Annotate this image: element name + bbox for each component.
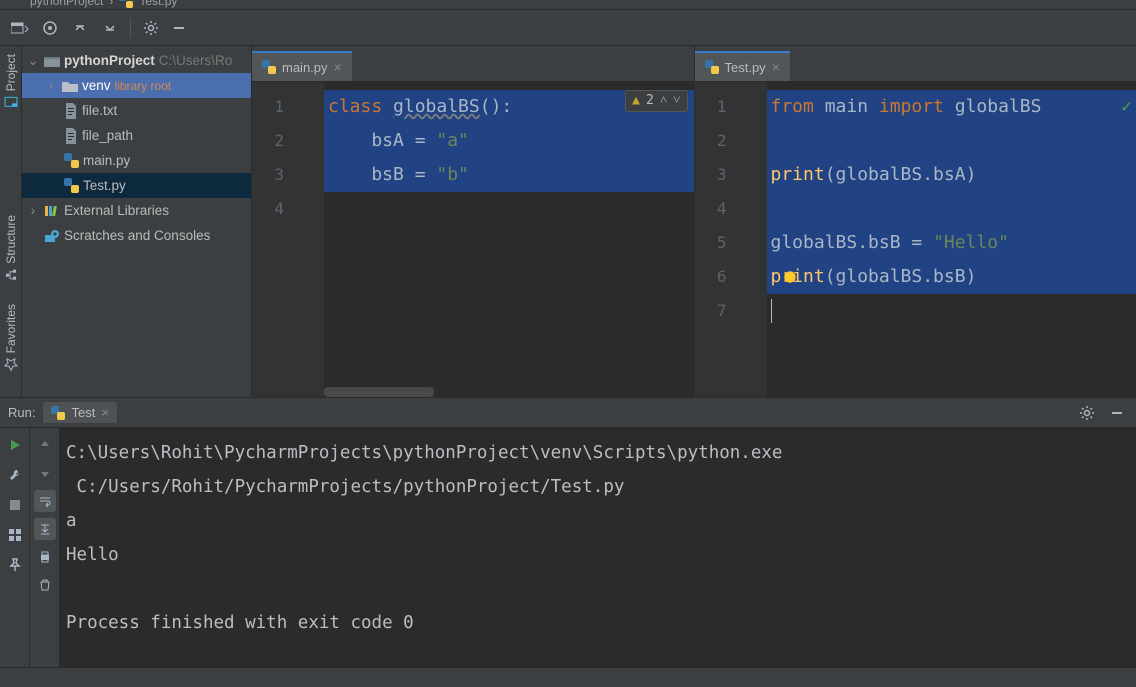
structure-tool-tab[interactable]: Structure [4,211,18,286]
file-name: main.py [83,153,130,168]
project-toolbar [0,10,1136,46]
horizontal-scrollbar[interactable] [324,387,434,397]
python-file-icon [51,406,65,420]
file-name: file.txt [82,103,117,118]
editor-tab-label: Test.py [725,60,766,75]
folder-icon [62,79,78,93]
text-cursor [771,299,772,323]
inspection-widget[interactable]: ▲ 2 ˄ ˅ [625,90,687,112]
breakpoint-gutter[interactable] [745,82,767,397]
text-file-icon [64,103,78,119]
chevron-right-icon[interactable]: › [26,203,40,218]
editor-body-left[interactable]: 1 2 3 4 class globalBS(): bsA = "a" bsB … [252,82,694,397]
left-tool-stripe: Project Structure Favorites [0,46,22,397]
close-icon[interactable]: × [772,60,780,74]
next-highlight-icon[interactable]: ˅ [673,84,680,118]
scroll-to-end-icon[interactable] [34,518,56,540]
breakpoint-gutter[interactable] [302,82,324,397]
run-tool-window: Run: Test × [0,397,1136,667]
folder-icon [44,54,60,68]
python-file-icon [262,60,276,74]
chevron-down-icon[interactable]: ⌄ [26,53,40,69]
run-side-toolbar-2 [30,428,60,667]
no-problems-icon[interactable]: ✓ [1121,90,1132,124]
expand-all-icon[interactable] [66,14,94,42]
project-root-name: pythonProject [64,53,155,68]
line-number-gutter[interactable]: 1 2 3 4 [252,82,302,397]
layout-icon[interactable] [4,524,26,546]
scratches-icon [44,229,60,243]
python-file-icon [64,178,79,193]
soft-wrap-icon[interactable] [34,490,56,512]
chevron-right-icon[interactable]: › [44,78,58,93]
favorites-tool-tab[interactable]: Favorites [4,300,18,375]
file-name: Test.py [83,178,126,193]
code-area-left[interactable]: class globalBS(): bsA = "a" bsB = "b" ▲ … [324,82,694,397]
python-file-icon [64,153,79,168]
print-icon[interactable] [34,546,56,568]
editor-main-py: main.py × 1 2 3 4 class globalBS(): bsA [252,46,695,397]
venv-name: venv [82,78,111,93]
breadcrumb-project[interactable]: pythonProject [30,0,103,8]
intention-bulb-icon[interactable] [783,270,797,284]
code-area-right[interactable]: from main import globalBS print(globalBS… [767,82,1136,397]
editor-tab-test[interactable]: Test.py × [695,51,790,81]
editor-test-py: Test.py × 1 2 3 4 5 6 7 [695,46,1136,397]
warning-icon: ▲ [632,84,640,118]
trash-icon[interactable] [34,574,56,596]
tree-external-libraries[interactable]: › External Libraries [22,198,251,223]
tree-file-path[interactable]: file_path [22,123,251,148]
text-file-icon [64,128,78,144]
python-file-icon [705,60,719,74]
run-title: Run: [8,405,35,420]
tree-scratches[interactable]: Scratches and Consoles [22,223,251,248]
wrench-icon[interactable] [4,464,26,486]
project-view-combo[interactable] [6,14,34,42]
run-header: Run: Test × [0,398,1136,428]
prev-highlight-icon[interactable]: ˄ [660,84,667,118]
file-name: file_path [82,128,133,143]
line-number-gutter[interactable]: 1 2 3 4 5 6 7 [695,82,745,397]
close-icon[interactable]: × [101,405,109,420]
editor-body-right[interactable]: 1 2 3 4 5 6 7 from main import globalBS … [695,82,1136,397]
tree-venv[interactable]: › venv library root [22,73,251,98]
rerun-icon[interactable] [4,434,26,456]
close-icon[interactable]: × [334,60,342,74]
editor-tab-label: main.py [282,60,328,75]
breadcrumb: pythonProject › Test.py [0,0,1136,10]
pin-icon[interactable] [4,554,26,576]
run-tab[interactable]: Test × [43,402,116,423]
stop-icon[interactable] [4,494,26,516]
venv-hint: library root [115,79,172,93]
run-tab-label: Test [71,405,95,420]
editor-tabs-right: Test.py × [695,46,1136,82]
editor-tabs-left: main.py × [252,46,694,82]
project-root-path: C:\Users\Ro [159,53,233,68]
editor-tab-main[interactable]: main.py × [252,51,352,81]
breadcrumb-file[interactable]: Test.py [139,0,177,8]
run-side-toolbar-1 [0,428,30,667]
ext-libs-label: External Libraries [64,203,169,218]
collapse-all-icon[interactable] [96,14,124,42]
up-icon[interactable] [34,434,56,456]
hide-tool-window-icon[interactable] [1106,402,1128,424]
project-tool-tab[interactable]: Project [4,50,18,113]
inspection-count: 2 [646,84,654,118]
python-file-icon [119,0,133,8]
select-opened-file-icon[interactable] [36,14,64,42]
libraries-icon [44,204,60,218]
tree-main-py[interactable]: main.py [22,148,251,173]
hide-tool-window-icon[interactable] [167,16,191,40]
settings-icon[interactable] [137,14,165,42]
settings-icon[interactable] [1076,402,1098,424]
run-console[interactable]: C:\Users\Rohit\PycharmProjects\pythonPro… [60,428,1136,667]
status-bar [0,667,1136,687]
project-tree[interactable]: ⌄ pythonProject C:\Users\Ro › venv libra… [22,46,252,397]
scratches-label: Scratches and Consoles [64,228,210,243]
tree-project-root[interactable]: ⌄ pythonProject C:\Users\Ro [22,48,251,73]
down-icon[interactable] [34,462,56,484]
tree-file-txt[interactable]: file.txt [22,98,251,123]
tree-test-py[interactable]: Test.py [22,173,251,198]
